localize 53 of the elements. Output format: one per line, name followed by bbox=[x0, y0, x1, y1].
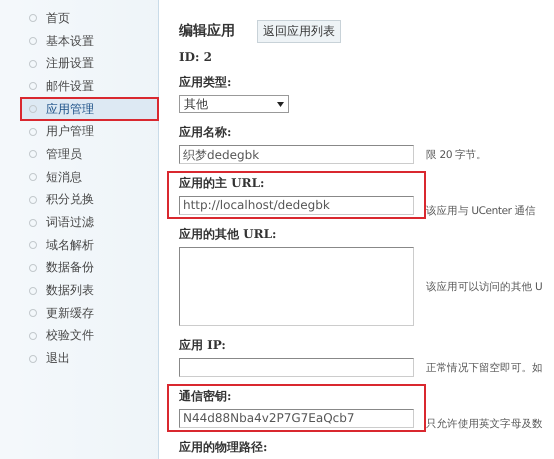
field-hint: 限 20 字节。 bbox=[426, 148, 487, 162]
bullet-icon bbox=[29, 309, 37, 318]
field-label: 应用类型: bbox=[179, 74, 232, 91]
field-hint: 该应用可以访问的其他 U bbox=[426, 280, 542, 294]
bullet-icon bbox=[29, 60, 37, 68]
sidebar-item[interactable]: 注册设置 bbox=[29, 52, 137, 76]
sidebar-item[interactable]: 退出 bbox=[29, 347, 137, 370]
bullet-icon bbox=[29, 286, 37, 295]
bullet-icon bbox=[29, 82, 37, 90]
input-field[interactable]: N44d88Nba4v2P7G7EaQcb7 bbox=[179, 409, 414, 428]
bullet-icon bbox=[29, 128, 37, 136]
caret-icon bbox=[277, 102, 284, 106]
field-label: 应用的其他 URL: bbox=[179, 226, 278, 243]
sidebar-item[interactable]: 用户管理 bbox=[29, 120, 137, 144]
sidebar-item[interactable]: 管理员 bbox=[29, 143, 137, 166]
input-field[interactable] bbox=[179, 358, 414, 377]
field-label: 通信密钥: bbox=[179, 388, 232, 405]
sidebar-item[interactable]: 数据列表 bbox=[29, 279, 137, 302]
input-field[interactable]: http://localhost/dedegbk bbox=[179, 196, 414, 215]
sidebar-item[interactable]: 词语过滤 bbox=[29, 211, 137, 234]
sidebar-item[interactable]: 校验文件 bbox=[29, 324, 137, 348]
sidebar-item[interactable]: 应用管理 bbox=[21, 98, 158, 120]
bullet-icon bbox=[29, 37, 37, 46]
back-button[interactable]: 返回应用列表 bbox=[257, 20, 341, 42]
sidebar-item[interactable]: 短消息 bbox=[29, 166, 137, 188]
field-hint: 只允许使用英文字母及数 bbox=[426, 418, 543, 430]
sidebar-item[interactable]: 更新缓存 bbox=[29, 302, 137, 325]
field-hint: 该应用与 UCenter 通信 bbox=[426, 205, 536, 217]
sidebar-item[interactable]: 邮件设置 bbox=[29, 75, 137, 98]
bullet-icon bbox=[29, 332, 37, 340]
bullet-icon bbox=[29, 14, 37, 22]
field-hint: 正常情况下留空即可。如 bbox=[426, 360, 543, 374]
type-dropdown[interactable]: 其他 bbox=[179, 95, 289, 113]
input-field[interactable]: 织梦dedegbk bbox=[179, 145, 414, 164]
bullet-icon bbox=[29, 196, 37, 204]
bullet-icon bbox=[29, 264, 37, 272]
bullet-icon bbox=[29, 173, 37, 182]
id-text: ID: 2 bbox=[179, 50, 213, 64]
field-label: 应用名称: bbox=[179, 124, 232, 141]
sidebar-item[interactable]: 域名解析 bbox=[29, 234, 137, 257]
field-label: 应用的物理路径: bbox=[179, 439, 268, 456]
field-label: 应用 IP: bbox=[179, 337, 227, 354]
field-label: 应用的主 URL: bbox=[179, 175, 266, 192]
bullet-icon bbox=[29, 150, 37, 158]
sidebar-item[interactable]: 首页 bbox=[29, 7, 137, 30]
bullet-icon bbox=[29, 218, 37, 227]
bullet-icon bbox=[29, 241, 37, 250]
bullet-icon bbox=[29, 354, 37, 363]
bullet-icon bbox=[29, 105, 37, 114]
sidebar-item[interactable]: 基本设置 bbox=[29, 30, 137, 52]
page-title: 编辑应用 bbox=[179, 22, 235, 40]
sidebar-item[interactable]: 数据备份 bbox=[29, 256, 137, 280]
sidebar-item[interactable]: 积分兑换 bbox=[29, 188, 137, 212]
